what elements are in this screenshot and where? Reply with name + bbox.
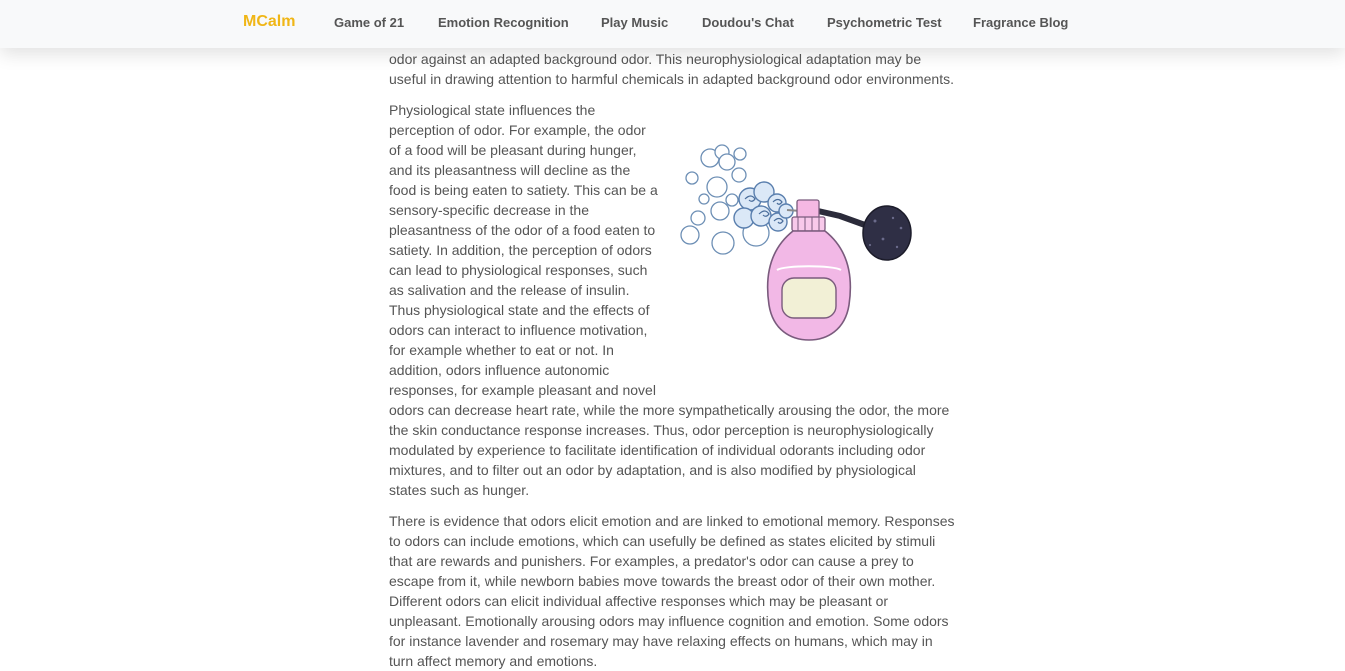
- top-navbar: MCalm Game of 21 Emotion Recognition Pla…: [0, 0, 1345, 48]
- article-content: odor against an adapted background odor.…: [389, 48, 955, 671]
- nav-link-fragrance-blog[interactable]: Fragrance Blog: [973, 15, 1068, 30]
- nav-link-psychometric-test[interactable]: Psychometric Test: [827, 15, 942, 30]
- nav-link-game-of-21[interactable]: Game of 21: [334, 15, 404, 30]
- nav-link-emotion-recognition[interactable]: Emotion Recognition: [438, 15, 569, 30]
- article-paragraph-wrapper: Physiological state influences the perce…: [389, 100, 955, 500]
- article-paragraph: There is evidence that odors elicit emot…: [389, 513, 955, 669]
- article-paragraph: odor against an adapted background odor.…: [389, 51, 954, 87]
- perfume-bottle-icon: [680, 144, 912, 341]
- nav-link-play-music[interactable]: Play Music: [601, 15, 668, 30]
- nav-link-doudous-chat[interactable]: Doudou's Chat: [702, 15, 794, 30]
- brand-logo[interactable]: MCalm: [243, 13, 295, 31]
- perfume-atomizer-illustration: [665, 100, 955, 400]
